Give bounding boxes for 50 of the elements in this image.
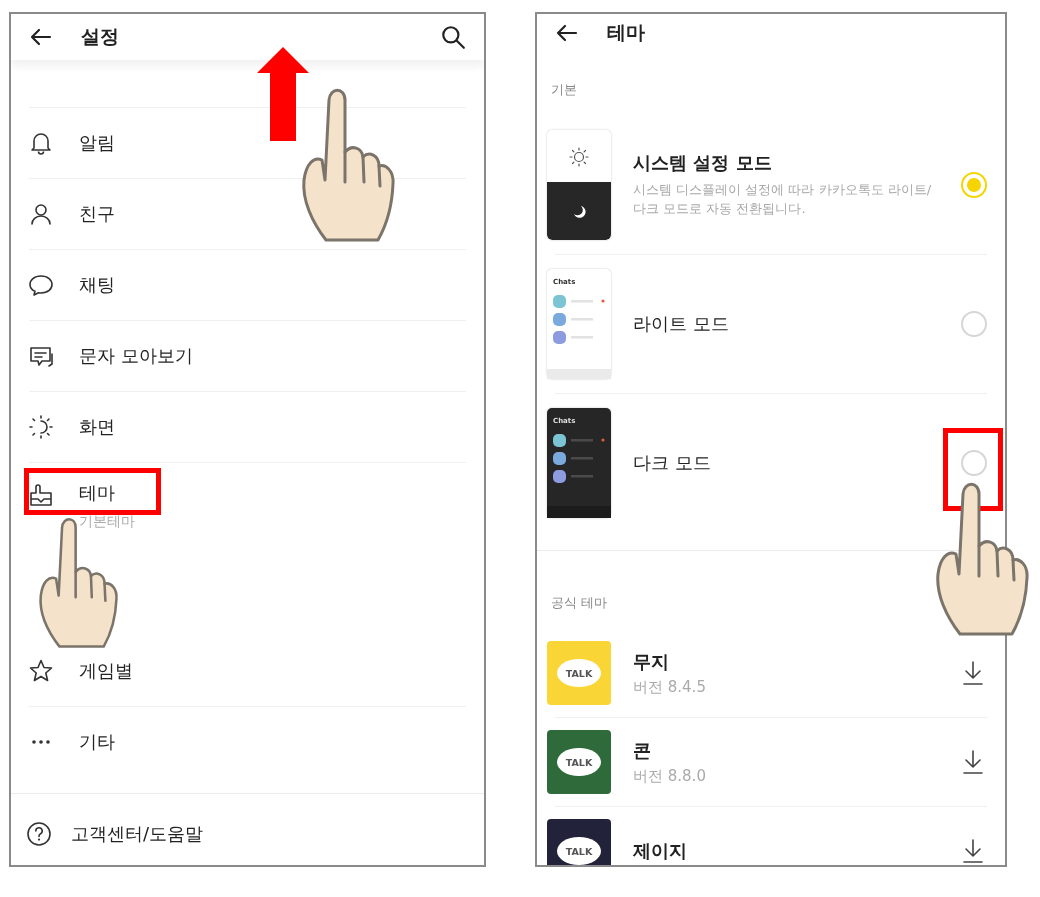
theme-name: 무지 [633,649,670,674]
logo-text: TALK [557,748,601,776]
section-heading: 공식 테마 [550,594,608,612]
theme-name: 제이지 [633,839,688,863]
menu-label: 기타 [79,730,115,754]
menu-item[interactable]: 게임별 [11,636,484,706]
mode-description: 시스템 디스플레이 설정에 따라 카카오톡도 라이트/다크 모드로 자동 전환됩니다. [633,181,933,218]
more-icon [32,740,50,744]
theme-item[interactable]: TALK 콘 버전 8.8.0 [537,718,1005,806]
menu-label: 친구 [79,202,115,226]
menu-item[interactable]: 채팅 [11,250,484,320]
search-icon[interactable] [440,24,466,50]
radio-button[interactable] [961,311,987,337]
mode-title: 라이트 모드 [633,312,730,336]
menu-item[interactable]: 화면 [11,392,484,462]
help-icon [25,820,53,848]
download-icon[interactable] [961,660,985,686]
menu-item[interactable]: 기타 [11,707,484,777]
logo-text: TALK [557,837,601,865]
help-center-item[interactable]: 고객센터/도움말 [11,794,484,865]
menu-item[interactable]: 문자 모아보기 [11,321,484,391]
logo-text: TALK [557,659,601,687]
theme-mode-item[interactable]: 시스템 설정 모드 시스템 디스플레이 설정에 따라 카카오톡도 라이트/다크 모드로 자동 전환됩니다. [537,116,1005,254]
theme-item[interactable]: TALK 무지 버전 8.4.5 [537,629,1005,717]
mode-title: 다크 모드 [633,451,712,475]
menu-item[interactable]: 알림 [11,108,484,178]
mode-title: 시스템 설정 모드 [633,151,773,176]
theme-version: 버전 8.8.0 [633,766,707,786]
menu-label: 알림 [79,131,115,155]
download-icon[interactable] [961,838,985,864]
menu-item[interactable]: 테마 기본테마 [11,463,484,636]
menu-label: 게임별 [79,659,133,683]
menu-label: 고객센터/도움말 [71,822,204,846]
brightness-icon [27,413,55,441]
menu-label: 문자 모아보기 [79,344,193,368]
theme-version: 버전 8.4.5 [633,677,707,697]
theme-item[interactable]: TALK 제이지 [537,807,1005,865]
radio-button[interactable] [961,172,987,198]
menu-label: 화면 [79,415,115,439]
download-icon[interactable] [961,749,985,775]
menu-label: 테마 [79,481,116,505]
screen-title: 설정 [81,24,120,49]
menu-label: 채팅 [79,273,115,297]
screen-title: 테마 [607,20,646,45]
menu-item[interactable]: 친구 [11,179,484,249]
section-heading: 기본 [550,81,578,99]
menu-subtitle: 기본테마 [79,513,135,531]
theme-name: 콘 [633,738,652,763]
paint-icon [27,481,55,509]
radio-button[interactable] [961,450,987,476]
